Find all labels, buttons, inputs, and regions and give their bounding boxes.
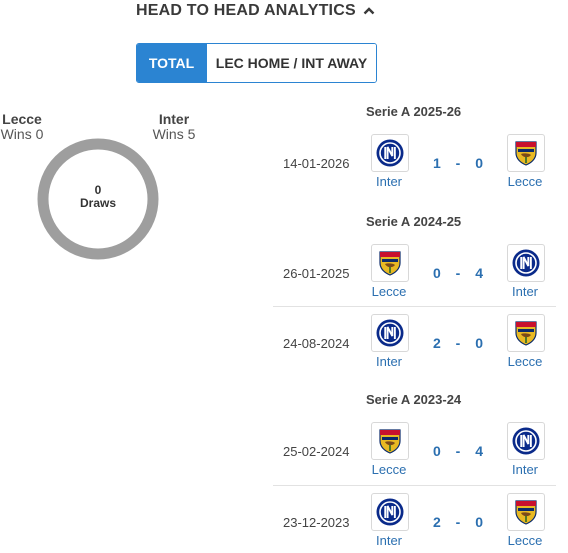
home-team-link[interactable]: Inter	[359, 533, 419, 548]
home-goals: 2	[433, 335, 441, 351]
h2h-tabs: TOTAL LEC HOME / INT AWAY	[136, 43, 377, 83]
season-title: Serie A 2024-25	[366, 214, 462, 229]
away-team-link[interactable]: Lecce	[495, 533, 555, 548]
draws-label: Draws	[79, 196, 117, 210]
inter-logo-icon	[507, 244, 545, 282]
match-divider	[273, 306, 556, 307]
match-score[interactable]: 0-4	[433, 443, 483, 459]
home-goals: 1	[433, 155, 441, 171]
score-separator: -	[455, 443, 461, 459]
home-team-link[interactable]: Inter	[359, 354, 419, 369]
lecce-logo-icon	[371, 422, 409, 460]
away-goals: 4	[475, 265, 483, 281]
match-date: 26-01-2025	[283, 266, 350, 281]
away-team-link[interactable]: Lecce	[495, 174, 555, 189]
home-team-link[interactable]: Lecce	[359, 284, 419, 299]
away-team-link[interactable]: Inter	[495, 284, 555, 299]
match-date: 14-01-2026	[283, 156, 350, 171]
score-separator: -	[455, 265, 461, 281]
match-date: 23-12-2023	[283, 515, 350, 530]
inter-logo-icon	[371, 493, 409, 531]
match-score[interactable]: 0-4	[433, 265, 483, 281]
chevron-up-icon[interactable]	[363, 5, 375, 17]
tab-total[interactable]: TOTAL	[137, 44, 206, 82]
inter-logo-icon	[371, 134, 409, 172]
match-row[interactable]: 25-02-2024 Lecce 0-4 Inter	[273, 422, 556, 482]
away-goals: 0	[475, 514, 483, 530]
home-goals: 0	[433, 443, 441, 459]
home-team-link[interactable]: Inter	[359, 174, 419, 189]
score-separator: -	[455, 335, 461, 351]
away-goals: 0	[475, 335, 483, 351]
inter-logo-icon	[507, 422, 545, 460]
section-header[interactable]: HEAD TO HEAD ANALYTICS	[136, 0, 375, 22]
score-separator: -	[455, 514, 461, 530]
home-team-link[interactable]: Lecce	[359, 462, 419, 477]
draws-summary: 0 Draws	[37, 184, 159, 210]
match-score[interactable]: 2-0	[433, 514, 483, 530]
away-goals: 0	[475, 155, 483, 171]
section-title: HEAD TO HEAD ANALYTICS	[136, 2, 356, 19]
match-row[interactable]: 26-01-2025 Lecce 0-4 Inter	[273, 244, 556, 304]
match-date: 25-02-2024	[283, 444, 350, 459]
match-score[interactable]: 2-0	[433, 335, 483, 351]
match-row[interactable]: 23-12-2023 Inter 2-0 Lecce	[273, 493, 556, 553]
lecce-logo-icon	[507, 493, 545, 531]
lecce-logo-icon	[371, 244, 409, 282]
away-team-link[interactable]: Lecce	[495, 354, 555, 369]
match-date: 24-08-2024	[283, 336, 350, 351]
away-goals: 4	[475, 443, 483, 459]
season-title: Serie A 2025-26	[366, 104, 462, 119]
match-row[interactable]: 24-08-2024 Inter 2-0 Lecce	[273, 314, 556, 374]
away-team-link[interactable]: Inter	[495, 462, 555, 477]
score-separator: -	[455, 155, 461, 171]
lecce-logo-icon	[507, 134, 545, 172]
tab-lec-home-int-away[interactable]: LEC HOME / INT AWAY	[206, 44, 376, 82]
lecce-logo-icon	[507, 314, 545, 352]
match-divider	[273, 485, 556, 486]
inter-logo-icon	[371, 314, 409, 352]
home-goals: 0	[433, 265, 441, 281]
away-team-name: Inter	[158, 111, 190, 127]
match-score[interactable]: 1-0	[433, 155, 483, 171]
home-goals: 2	[433, 514, 441, 530]
match-row[interactable]: 14-01-2026 Inter 1-0 Lecce	[273, 134, 556, 194]
home-team-name: Lecce	[2, 111, 42, 127]
season-title: Serie A 2023-24	[366, 392, 462, 407]
